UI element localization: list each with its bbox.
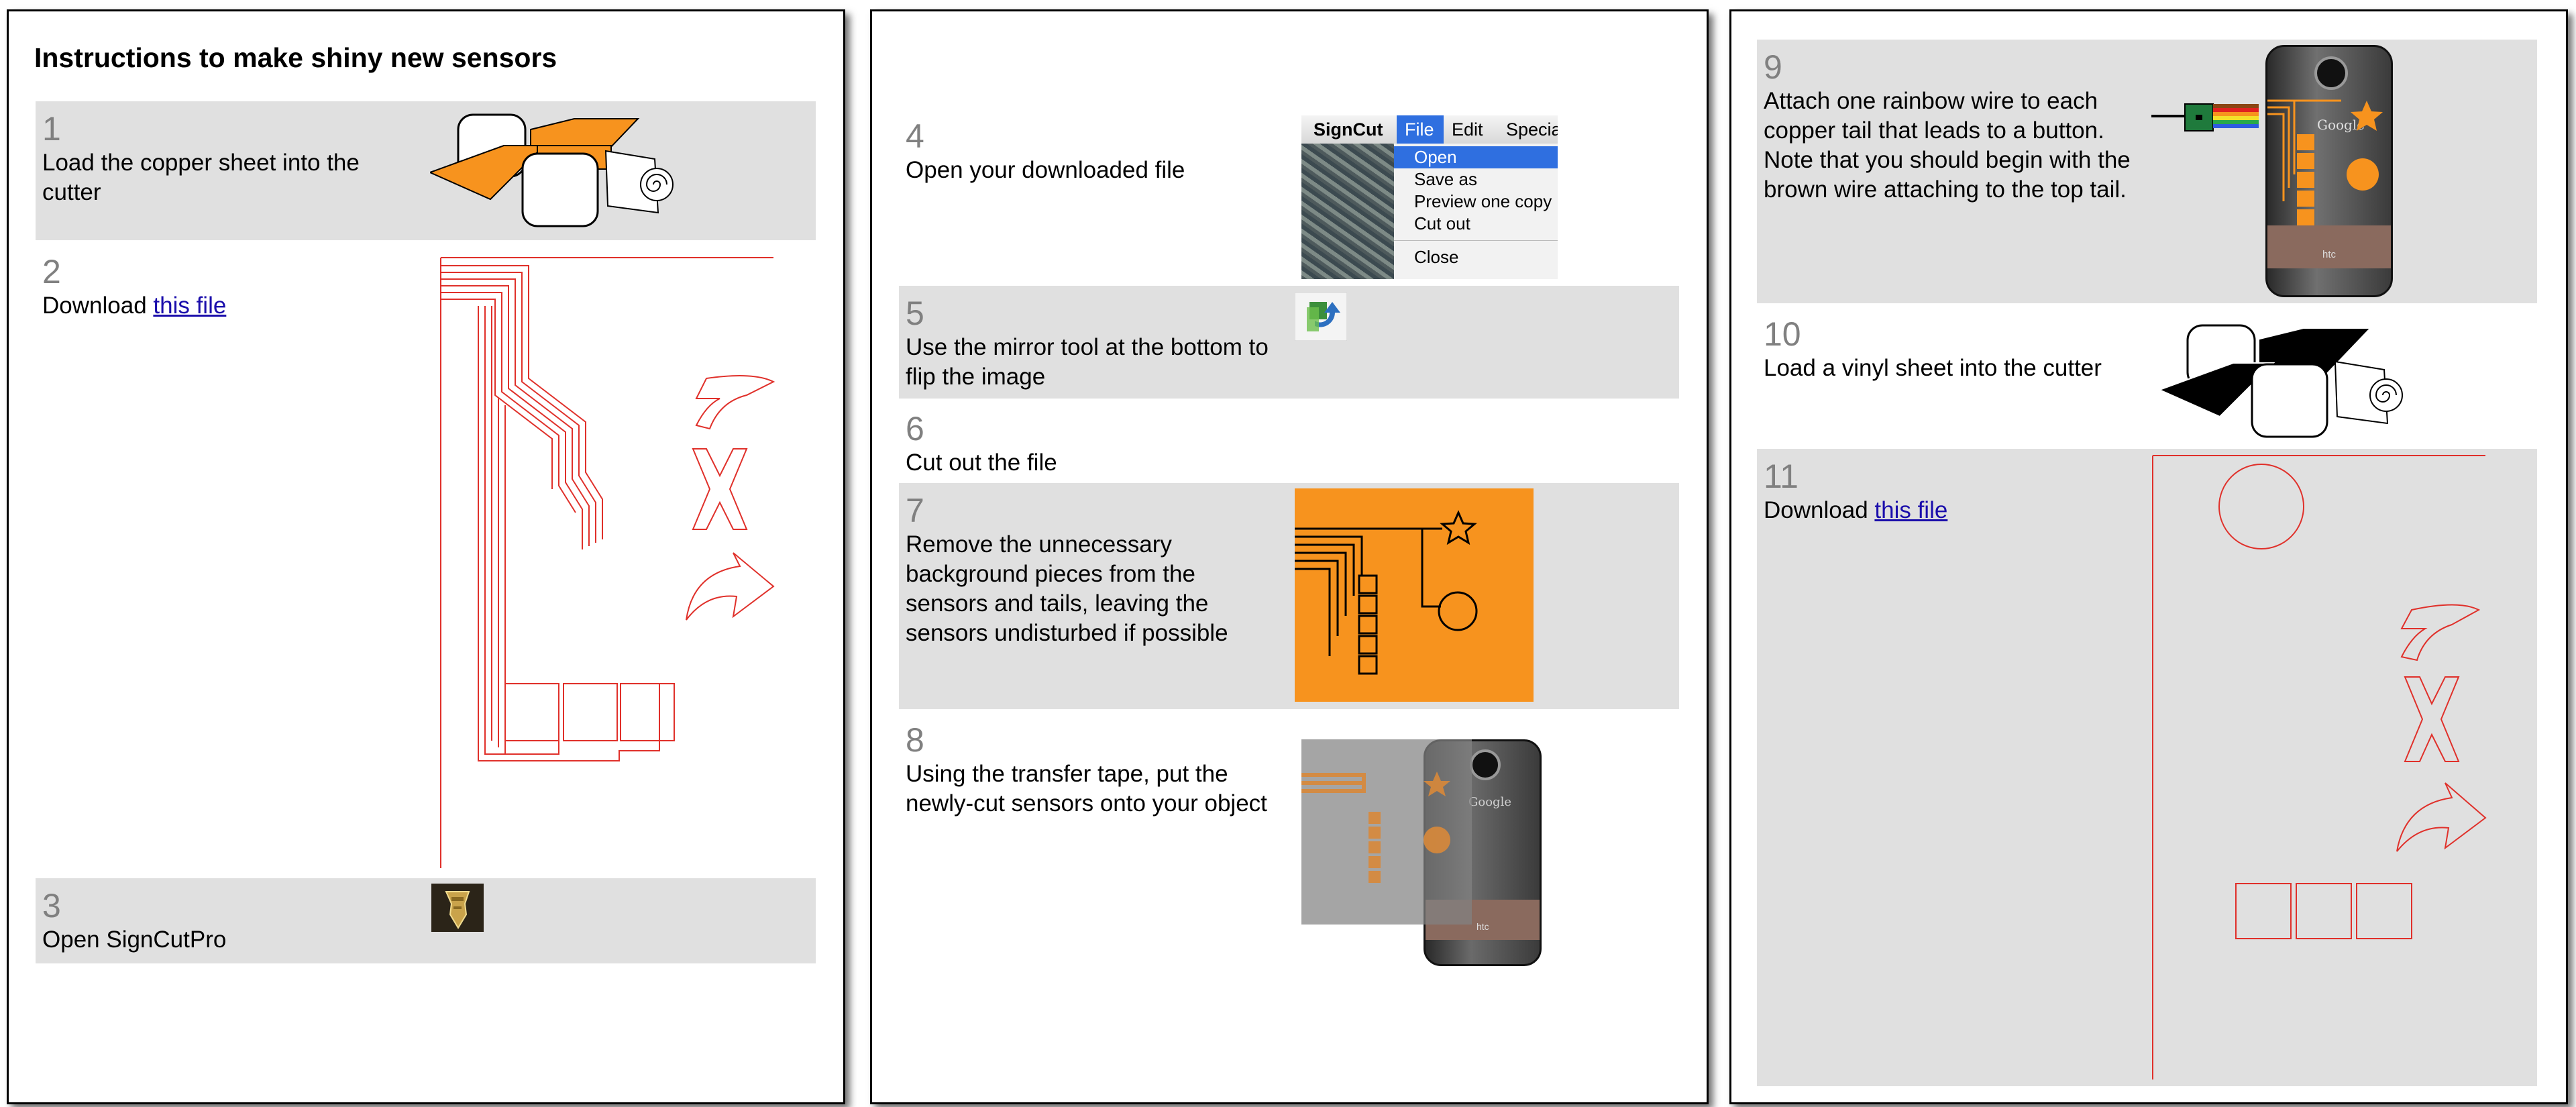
menu-bar: SignCut File Edit Specia (1301, 115, 1558, 144)
canvas-texture (1301, 144, 1394, 279)
signcut-app-icon (431, 884, 484, 932)
step-number: 1 (42, 110, 61, 148)
step-4-image-cell: SignCut File Edit Specia Open Save as Pr… (1301, 102, 1570, 283)
menu-separator (1394, 240, 1558, 241)
cutter-copper-icon (430, 113, 674, 227)
step-1-row: 1 Load the copper sheet into the cutter (36, 101, 816, 240)
menu-special[interactable]: Specia (1506, 115, 1558, 144)
step-9-image-cell: Google htc (2147, 40, 2537, 303)
step-10-row: 10 Load a vinyl sheet into the cutter (1757, 307, 2537, 453)
step-8-image-cell: Google htc (1301, 713, 1556, 967)
step-11-row: 11 Download this file (1757, 449, 2537, 1086)
download-link[interactable]: this file (1874, 497, 1947, 523)
phone-with-transfer-tape: Google htc (1301, 739, 1543, 967)
step-number: 5 (906, 295, 924, 332)
step-5-text-cell: 5 Use the mirror tool at the bottom to f… (899, 286, 1287, 399)
menu-item-preview[interactable]: Preview one copy (1394, 191, 1558, 213)
camera-lens (1470, 749, 1501, 780)
menu-item-save-as[interactable]: Save as (1394, 168, 1558, 191)
step-9-text-cell: 9 Attach one rainbow wire to each copper… (1757, 40, 2145, 303)
step-number: 11 (1764, 458, 1799, 495)
step-text: Cut out the file (906, 450, 1057, 476)
step-text-prefix: Download (1764, 497, 1875, 523)
weeded-copper-sheet (1295, 488, 1534, 702)
step-8-text-cell: 8 Using the transfer tape, put the newly… (899, 713, 1287, 967)
copper-traces-on-tape (1301, 772, 1450, 883)
phone-with-rainbow-wires: Google htc (2151, 44, 2393, 299)
menu-item-cut-out[interactable]: Cut out (1394, 213, 1558, 235)
step-11-text-cell: 11 Download this file (1757, 449, 2145, 1086)
step-text: Open SignCutPro (42, 927, 227, 953)
step-1-text-cell: 1 Load the copper sheet into the cutter (36, 101, 423, 240)
step-2-image-cell (438, 244, 787, 875)
instruction-panel-3: 9 Attach one rainbow wire to each copper… (1729, 9, 2568, 1104)
step-8-row: 8 Using the transfer tape, put the newly… (899, 713, 1679, 967)
step-text: Download this file (1764, 496, 2138, 525)
menu-item-close[interactable]: Close (1394, 246, 1558, 268)
step-5-row: 5 Use the mirror tool at the bottom to f… (899, 286, 1679, 399)
phone-body: Google htc (2265, 45, 2393, 297)
step-text: Load a vinyl sheet into the cutter (1764, 355, 2102, 381)
step-text: Attach one rainbow wire to each copper t… (1764, 88, 2131, 203)
download-link[interactable]: this file (153, 293, 226, 319)
signcut-menu-screenshot: SignCut File Edit Specia Open Save as Pr… (1301, 115, 1558, 279)
rainbow-wire-connector (2151, 103, 2259, 131)
step-text: Open your downloaded file (906, 157, 1185, 183)
instruction-panel-1: Instructions to make shiny new sensors 1… (7, 9, 845, 1104)
phone-maker: htc (1477, 921, 1489, 932)
camera-lens (2314, 56, 2348, 90)
cutter-vinyl-icon (2159, 324, 2403, 438)
app-menu-label[interactable]: SignCut (1313, 115, 1383, 144)
step-3-row: 3 Open SignCutPro (36, 878, 816, 963)
step-3-text-cell: 3 Open SignCutPro (36, 878, 423, 963)
step-text-prefix: Download (42, 293, 154, 319)
step-number: 2 (42, 253, 61, 291)
step-6-row: 6 Cut out the file (899, 401, 1679, 480)
menu-edit[interactable]: Edit (1452, 115, 1483, 144)
menu-item-open[interactable]: Open (1394, 146, 1558, 168)
page-title: Instructions to make shiny new sensors (34, 42, 557, 73)
phone-brand: Google (1468, 795, 1511, 809)
step-text: Use the mirror tool at the bottom to fli… (906, 334, 1269, 390)
step-number: 8 (906, 721, 924, 759)
step-text: Download this file (42, 291, 417, 321)
step-number: 9 (1764, 48, 1782, 86)
step-text: Remove the unnecessary background pieces… (906, 531, 1228, 646)
step-4-row: 4 Open your downloaded file SignCut File… (899, 102, 1679, 283)
step-text: Load the copper sheet into the cutter (42, 150, 360, 205)
step-number: 7 (906, 492, 924, 529)
cut-vinyl-preview (2152, 455, 2487, 1079)
step-7-image-cell (1289, 483, 1679, 709)
step-7-text-cell: 7 Remove the unnecessary background piec… (899, 483, 1287, 709)
step-3-image-cell (426, 878, 816, 963)
step-text: Using the transfer tape, put the newly-c… (906, 761, 1267, 816)
file-dropdown: Open Save as Preview one copy Cut out Cl… (1394, 144, 1558, 279)
step-number: 6 (906, 410, 924, 447)
step-9-row: 9 Attach one rainbow wire to each copper… (1757, 40, 2537, 303)
step-10-text-cell: 10 Load a vinyl sheet into the cutter (1757, 307, 2145, 453)
step-number: 4 (906, 117, 924, 155)
copper-sensors-on-phone (2267, 99, 2383, 225)
step-number: 10 (1764, 315, 1801, 353)
step-11-image-cell (2147, 449, 2537, 1086)
mirror-tool-icon[interactable] (1295, 293, 1347, 341)
step-1-image-cell (426, 101, 816, 240)
step-2-row: 2 Download this file (36, 244, 816, 875)
cut-traces-preview (440, 257, 775, 868)
instruction-panel-2: 4 Open your downloaded file SignCut File… (870, 9, 1709, 1104)
step-number: 3 (42, 887, 61, 925)
step-6-text-cell: 6 Cut out the file (899, 401, 1287, 480)
step-7-row: 7 Remove the unnecessary background piec… (899, 483, 1679, 709)
menu-file[interactable]: File (1397, 115, 1444, 144)
step-10-image-cell (2159, 307, 2428, 453)
step-5-image-cell (1289, 286, 1679, 399)
step-2-text-cell: 2 Download this file (36, 244, 423, 875)
step-4-text-cell: 4 Open your downloaded file (899, 102, 1287, 283)
